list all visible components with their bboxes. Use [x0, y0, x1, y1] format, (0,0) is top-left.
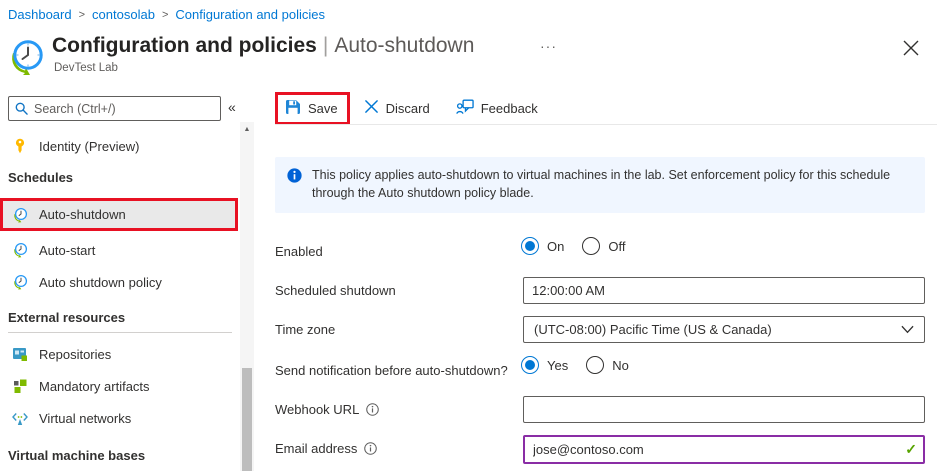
chevron-down-icon	[901, 325, 914, 334]
sidebar-item-mandatory-artifacts[interactable]: Mandatory artifacts	[0, 372, 238, 400]
notification-no-label[interactable]: No	[612, 358, 629, 373]
more-options-button[interactable]: ···	[540, 38, 557, 54]
sidebar-section-schedules: Schedules	[8, 170, 74, 185]
info-banner: This policy applies auto-shutdown to vir…	[275, 157, 925, 213]
clock-icon	[12, 207, 28, 223]
command-bar: Save Discard Feedback	[275, 91, 538, 125]
enabled-radio-group: On Off	[521, 237, 625, 255]
enabled-on-label[interactable]: On	[547, 239, 564, 254]
resource-type-label: DevTest Lab	[54, 62, 118, 74]
search-icon	[15, 102, 28, 115]
enabled-off-radio[interactable]	[582, 237, 601, 255]
sidebar-item-auto-shutdown[interactable]: Auto-shutdown	[0, 198, 238, 231]
search-input[interactable]	[34, 101, 214, 116]
page-title: Configuration and policies | Auto-shutdown	[52, 34, 475, 57]
breadcrumb-contosolab[interactable]: contosolab	[92, 7, 155, 22]
email-address-field: ✓	[523, 435, 925, 464]
time-zone-value: (UTC-08:00) Pacific Time (US & Canada)	[534, 322, 772, 337]
notification-yes-label[interactable]: Yes	[547, 358, 568, 373]
info-banner-text: This policy applies auto-shutdown to vir…	[312, 168, 891, 200]
sidebar-collapse-button[interactable]: «	[228, 99, 236, 115]
valid-checkmark-icon: ✓	[905, 441, 917, 457]
clock-icon	[12, 242, 28, 258]
breadcrumb-configuration-and-policies[interactable]: Configuration and policies	[175, 7, 325, 22]
sidebar-item-identity[interactable]: Identity (Preview)	[0, 132, 238, 160]
sidebar-search	[8, 96, 221, 121]
enabled-label: Enabled	[275, 244, 323, 259]
scheduled-shutdown-label: Scheduled shutdown	[275, 283, 396, 298]
schedule-clock-icon	[6, 37, 46, 77]
clock-icon	[12, 274, 28, 290]
repositories-icon	[12, 346, 28, 362]
sidebar-item-virtual-networks[interactable]: Virtual networks	[0, 404, 238, 432]
auto-shutdown-blade: Dashboard > contosolab > Configuration a…	[0, 0, 937, 471]
breadcrumb-dashboard[interactable]: Dashboard	[8, 7, 72, 22]
feedback-button[interactable]: Feedback	[455, 99, 538, 118]
sidebar-item-repositories[interactable]: Repositories	[0, 340, 238, 368]
key-icon	[12, 138, 28, 154]
breadcrumb-separator: >	[78, 8, 86, 21]
save-highlight-box: Save	[275, 91, 350, 125]
close-button[interactable]	[901, 38, 921, 58]
sidebar-divider	[8, 332, 232, 333]
sidebar-scrollbar-thumb[interactable]	[242, 368, 252, 471]
sidebar-item-auto-shutdown-policy[interactable]: Auto shutdown policy	[0, 268, 238, 296]
send-notification-label: Send notification before auto-shutdown?	[275, 363, 508, 378]
notification-yes-radio[interactable]	[521, 356, 539, 374]
artifacts-blocks-icon	[12, 378, 28, 394]
time-zone-label: Time zone	[275, 322, 336, 337]
toolbar-divider	[275, 124, 937, 125]
enabled-off-label[interactable]: Off	[608, 239, 625, 254]
title-separator: |	[322, 34, 329, 57]
virtual-network-icon	[12, 410, 28, 426]
sidebar-section-virtual-machine-bases: Virtual machine bases	[8, 448, 146, 463]
scroll-up-arrow-icon[interactable]: ▲	[240, 126, 254, 133]
save-button[interactable]: Save	[285, 99, 338, 118]
close-icon	[903, 40, 919, 56]
info-icon	[287, 168, 302, 183]
email-address-label: Email address	[275, 441, 378, 456]
email-address-input[interactable]	[523, 435, 925, 464]
notification-no-radio[interactable]	[586, 356, 605, 374]
discard-x-icon	[364, 99, 379, 117]
sidebar-section-external-resources: External resources	[8, 310, 126, 325]
breadcrumb: Dashboard > contosolab > Configuration a…	[8, 7, 325, 22]
webhook-url-label: Webhook URL	[275, 402, 380, 417]
webhook-url-input[interactable]	[523, 396, 925, 423]
time-zone-select[interactable]: (UTC-08:00) Pacific Time (US & Canada)	[523, 316, 925, 343]
sidebar-item-auto-start[interactable]: Auto-start	[0, 236, 238, 264]
breadcrumb-separator: >	[161, 8, 169, 21]
discard-button[interactable]: Discard	[364, 99, 430, 117]
webhook-info-icon[interactable]	[366, 403, 380, 416]
feedback-icon	[455, 99, 474, 118]
email-info-icon[interactable]	[364, 442, 378, 455]
active-blade-title: Auto-shutdown	[334, 34, 475, 57]
scheduled-shutdown-input[interactable]	[523, 277, 925, 304]
send-notification-radio-group: Yes No	[521, 356, 629, 374]
enabled-on-radio[interactable]	[521, 237, 539, 255]
save-icon	[285, 99, 301, 118]
